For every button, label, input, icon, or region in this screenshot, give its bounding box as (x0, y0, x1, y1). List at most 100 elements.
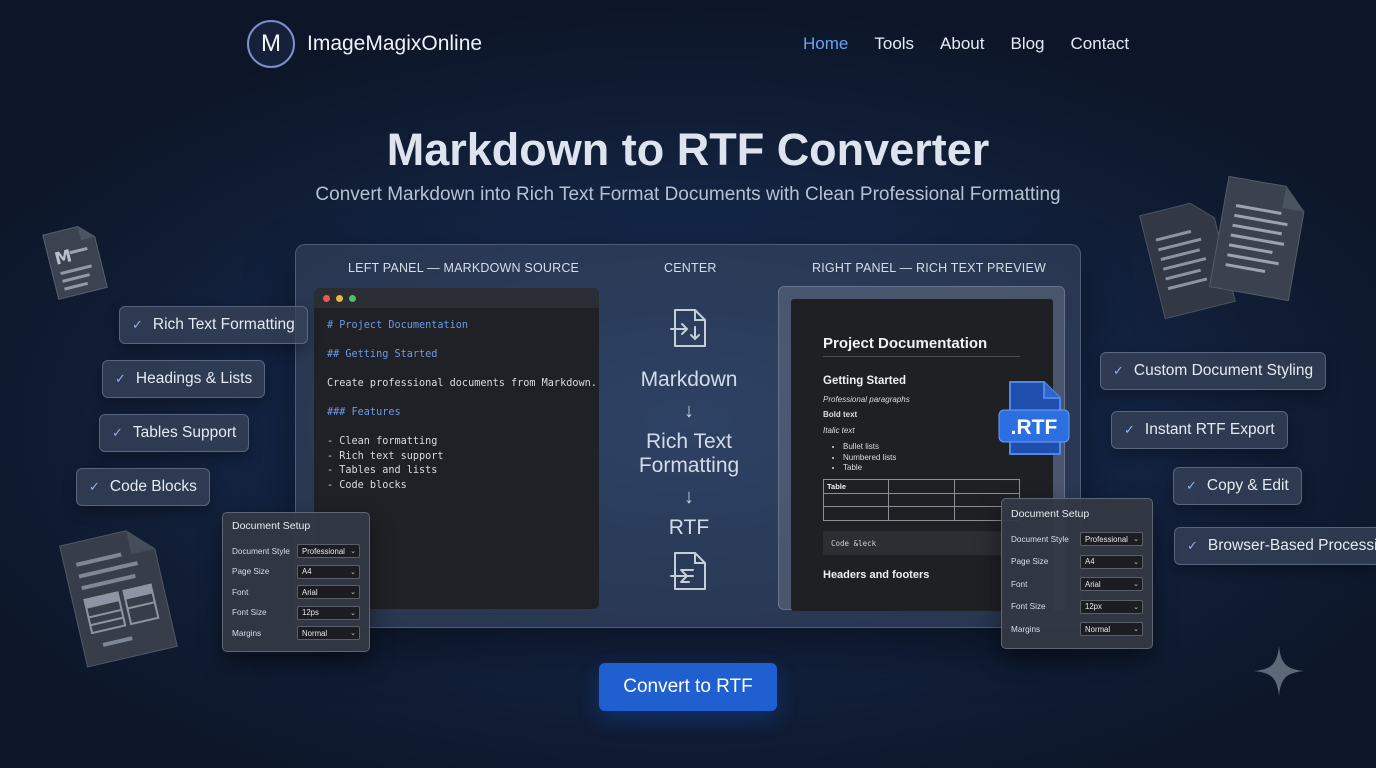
check-icon: ✓ (1186, 478, 1197, 493)
table-cell (888, 492, 955, 507)
chevron-down-icon: ⌄ (1133, 603, 1139, 611)
preview-footer-text: Headers and footers (823, 569, 930, 581)
main-nav: Home Tools About Blog Contact (803, 34, 1129, 54)
setup-label: Document Style (1011, 534, 1069, 544)
check-icon: ✓ (1113, 363, 1124, 378)
center-panel-label: CENTER (664, 261, 717, 275)
table-document-icon (59, 530, 178, 668)
setup-label: Font (1011, 579, 1028, 589)
setup-label: Margins (1011, 624, 1041, 634)
setup-row-document-style: Document Style Professional ⌄ (232, 541, 360, 562)
chevron-down-icon: ⌄ (1133, 558, 1139, 566)
chevron-down-icon: ⌄ (350, 568, 356, 576)
list-item: Bullet lists (843, 442, 896, 453)
code-line: ## Getting Started (327, 349, 438, 360)
table-cell (822, 506, 890, 521)
chevron-down-icon: ⌄ (1133, 626, 1139, 634)
document-style-select[interactable]: Professional ⌄ (297, 544, 360, 559)
setup-row-margins: Margins Normal ⌄ (1011, 618, 1143, 641)
file-export-icon (670, 552, 706, 590)
check-icon: ✓ (1187, 538, 1198, 553)
chevron-down-icon: ⌄ (350, 609, 356, 617)
preview-bullet-list: Bullet lists Numbered lists Table (843, 442, 896, 474)
document-setup-panel: Document Setup Document Style Profession… (222, 512, 370, 652)
feature-pill: ✓ Rich Text Formatting (119, 306, 308, 344)
brand-name: ImageMagixOnline (307, 32, 483, 55)
chevron-down-icon: ⌄ (1133, 536, 1139, 544)
conversion-flow: Markdown ↓ Rich Text Formatting ↓ RTF (614, 307, 764, 597)
select-value: Normal (1085, 624, 1111, 634)
nav-tools[interactable]: Tools (874, 34, 914, 54)
document-setup-panel: Document Setup Document Style Profession… (1001, 498, 1153, 649)
feature-pill: ✓ Tables Support (99, 414, 250, 452)
code-line: - Code blocks (327, 479, 407, 491)
check-icon: ✓ (115, 371, 126, 386)
converter-card: LEFT PANEL — MARKDOWN SOURCE CENTER RIGH… (295, 244, 1081, 628)
font-size-select[interactable]: 12px ⌄ (1080, 599, 1143, 614)
setup-row-font-size: Font Size 12px ⌄ (1011, 596, 1143, 619)
setup-label: Page Size (1011, 557, 1049, 567)
document-style-select[interactable]: Professional ⌄ (1080, 532, 1143, 547)
setup-title: Document Setup (232, 520, 311, 532)
setup-title: Document Setup (1011, 508, 1090, 520)
select-value: A4 (1085, 557, 1095, 567)
code-line: - Clean formatting (327, 436, 438, 447)
nav-blog[interactable]: Blog (1010, 34, 1044, 54)
font-select[interactable]: Arial ⌄ (297, 585, 360, 600)
code-line: - Tables and lists (327, 465, 438, 476)
down-arrow-icon: ↓ (684, 486, 694, 508)
check-icon: ✓ (89, 479, 100, 494)
brand-logo[interactable]: M ImageMagixOnline (247, 20, 482, 68)
page-size-select[interactable]: A4 ⌄ (1080, 554, 1143, 569)
rtf-file-icon: .RTF (998, 381, 1070, 455)
setup-label: Document Style (232, 546, 290, 556)
setup-label: Font Size (232, 608, 267, 618)
preview-title: Project Documentation (823, 335, 988, 352)
setup-label: Font (232, 587, 249, 597)
nav-contact[interactable]: Contact (1071, 34, 1130, 54)
setup-row-document-style: Document Style Professional ⌄ (1011, 528, 1143, 551)
preview-divider (823, 356, 1020, 357)
select-value: Normal (302, 628, 328, 638)
feature-label: Copy & Edit (1206, 477, 1289, 494)
font-size-select[interactable]: 12ps ⌄ (297, 605, 360, 620)
code-line: # Project Documentation (327, 320, 469, 331)
flow-step-rich-text: Rich Text Formatting (638, 430, 740, 477)
setup-label: Font Size (1011, 602, 1046, 612)
feature-label: Headings & Lists (135, 370, 253, 387)
table-row (822, 492, 1021, 507)
setup-row-font-size: Font Size 12ps ⌄ (232, 603, 360, 624)
page-size-select[interactable]: A4 ⌄ (297, 564, 360, 579)
table-header-cell: Table (822, 479, 890, 494)
select-value: Arial (1085, 579, 1101, 589)
list-item: Numbered lists (843, 453, 896, 464)
maximize-dot-icon[interactable] (349, 294, 356, 302)
setup-row-font: Font Arial ⌄ (232, 582, 360, 603)
select-value: Professional (302, 546, 345, 556)
nav-about[interactable]: About (940, 34, 984, 54)
nav-home[interactable]: Home (803, 34, 848, 54)
margins-select[interactable]: Normal ⌄ (297, 626, 360, 641)
feature-label: Instant RTF Export (1144, 421, 1275, 438)
flow-step-markdown: Markdown (640, 368, 738, 391)
table-row (822, 506, 1021, 521)
code-line: Create professional documents from Markd… (327, 378, 597, 389)
feature-pill: ✓ Browser-Based Processing (1174, 527, 1376, 565)
feature-pill: ✓ Code Blocks (76, 468, 210, 506)
table-row: Table (822, 479, 1021, 494)
font-select[interactable]: Arial ⌄ (1080, 577, 1143, 592)
file-import-icon (670, 309, 706, 347)
close-dot-icon[interactable] (323, 294, 330, 302)
feature-label: Code Blocks (109, 478, 197, 495)
code-line: - Rich text support (327, 450, 444, 462)
minimize-dot-icon[interactable] (336, 294, 343, 302)
feature-label: Custom Document Styling (1133, 362, 1314, 379)
preview-code-block: Code &leck (823, 531, 1020, 555)
margins-select[interactable]: Normal ⌄ (1080, 622, 1143, 637)
markdown-source[interactable]: # Project Documentation ## Getting Start… (314, 308, 599, 494)
preview-table: Table (822, 479, 1021, 521)
feature-label: Rich Text Formatting (152, 316, 295, 333)
convert-to-rtf-button[interactable]: Convert to RTF (599, 663, 777, 711)
